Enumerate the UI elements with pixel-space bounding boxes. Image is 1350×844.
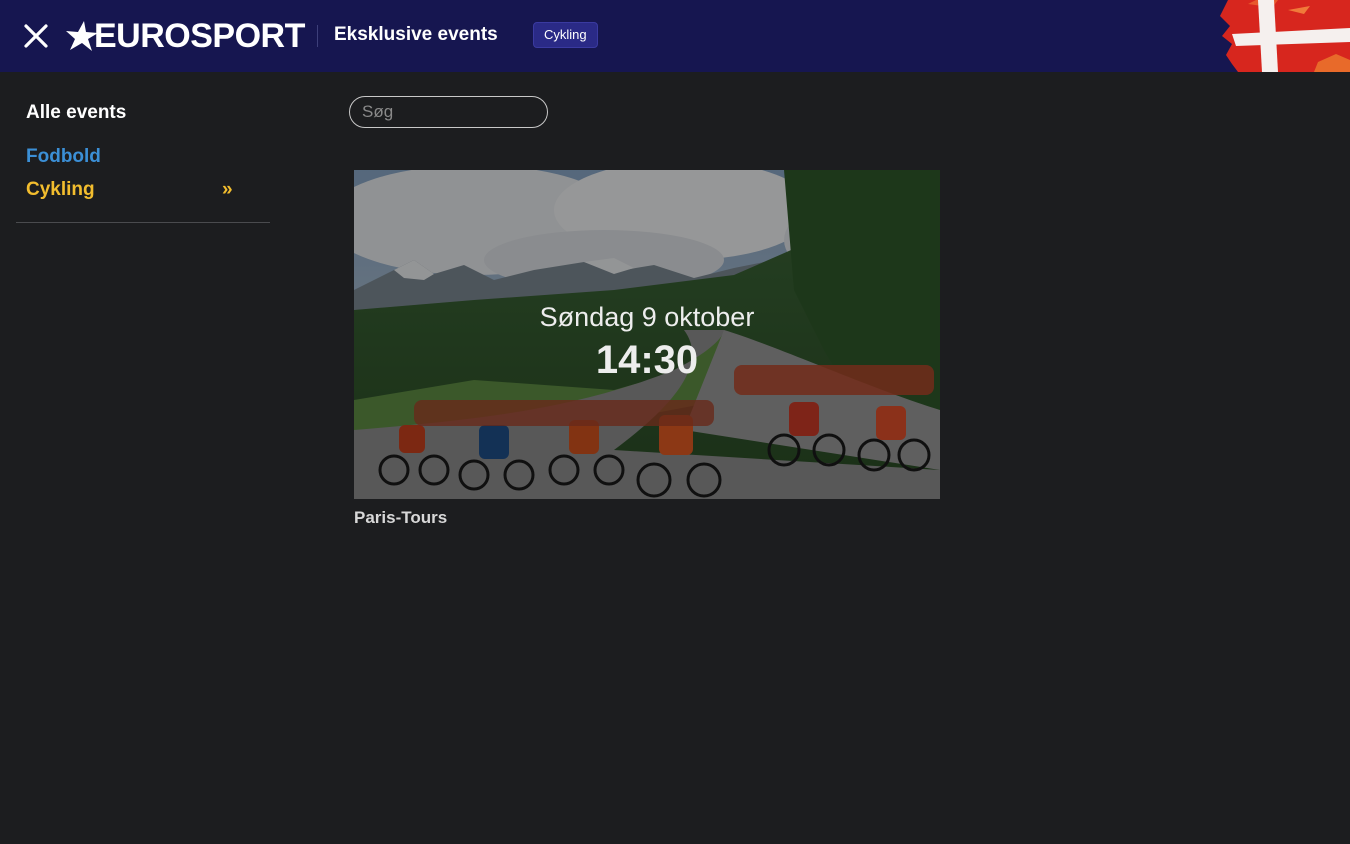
close-icon[interactable] xyxy=(20,20,52,52)
chevron-double-right-icon: » xyxy=(222,179,233,200)
event-title[interactable]: Paris-Tours xyxy=(354,508,940,528)
image-overlay xyxy=(354,170,940,499)
eurosport-logo[interactable]: EUROSPORT xyxy=(64,16,305,56)
star-icon xyxy=(66,21,98,51)
header-divider xyxy=(317,25,318,47)
page-title: Eksklusive events xyxy=(334,24,498,45)
event-time: 14:30 xyxy=(595,338,699,382)
search-input[interactable] xyxy=(349,96,548,128)
top-bar: EUROSPORT Eksklusive events Cykling xyxy=(0,0,1350,72)
sidebar-title: Alle events xyxy=(26,102,127,123)
event-image: Søndag 9 oktober 14:30 xyxy=(354,170,940,499)
sidebar-item-fodbold[interactable]: Fodbold xyxy=(26,146,101,168)
sidebar-item-cykling[interactable]: Cykling xyxy=(26,179,95,201)
brand-name: EUROSPORT xyxy=(94,16,305,55)
event-date: Søndag 9 oktober xyxy=(539,302,755,332)
sport-tag[interactable]: Cykling xyxy=(533,22,598,48)
sidebar-divider xyxy=(16,222,270,223)
event-card[interactable]: Søndag 9 oktober 14:30 Paris-Tours xyxy=(354,170,940,528)
denmark-flag xyxy=(1220,0,1350,72)
